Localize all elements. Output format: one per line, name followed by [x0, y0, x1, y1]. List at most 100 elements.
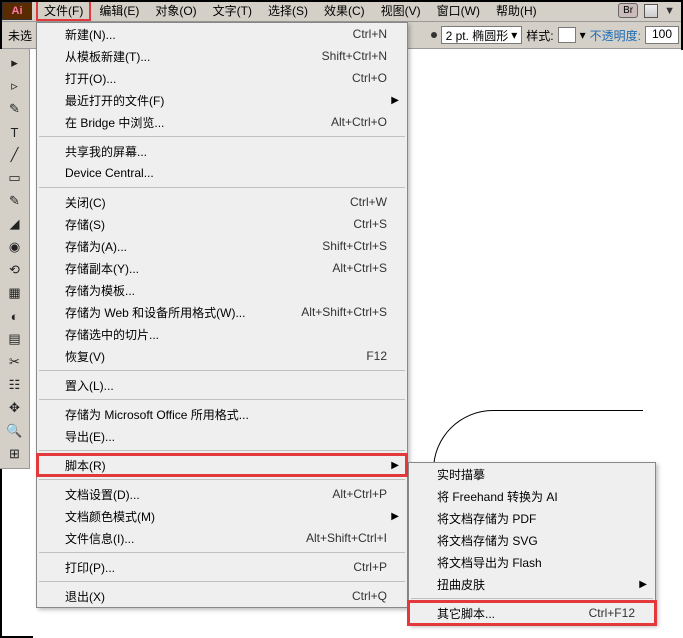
file-menu-item[interactable]: 存储副本(Y)...Alt+Ctrl+S	[37, 257, 407, 279]
scripts-menu-item[interactable]: 将文档存储为 SVG	[409, 529, 655, 551]
tool-11[interactable]: ◐	[2, 305, 28, 327]
scripts-menu-item[interactable]: 实时描摹	[409, 463, 655, 485]
menu-item-label: 存储选中的切片...	[65, 326, 387, 343]
scripts-menu-item[interactable]: 其它脚本...Ctrl+F12	[409, 602, 655, 624]
opacity-label[interactable]: 不透明度:	[590, 27, 641, 44]
submenu-arrow-icon: ▶	[639, 579, 647, 590]
tool-16[interactable]: 🔍	[2, 420, 28, 442]
file-menu-item[interactable]: 新建(N)...Ctrl+N	[37, 23, 407, 45]
file-menu-item[interactable]: 存储选中的切片...	[37, 323, 407, 345]
menu-item-label: 存储为模板...	[65, 282, 387, 299]
file-menu-item[interactable]: 文档设置(D)...Alt+Ctrl+P	[37, 483, 407, 505]
menu-object[interactable]: 对象(O)	[147, 0, 204, 21]
file-menu-item[interactable]: 打印(P)...Ctrl+P	[37, 556, 407, 578]
dropdown-arrow-icon[interactable]: ▼	[664, 5, 675, 17]
file-menu-item[interactable]: 文件信息(I)...Alt+Shift+Ctrl+I	[37, 527, 407, 549]
file-menu-item[interactable]: 文档颜色模式(M)▶	[37, 505, 407, 527]
scripts-menu-item[interactable]: 将文档导出为 Flash	[409, 551, 655, 573]
menu-item-shortcut: Shift+Ctrl+S	[322, 239, 387, 253]
menu-item-label: 打印(P)...	[65, 559, 353, 576]
menu-item-label: 新建(N)...	[65, 26, 353, 43]
file-menu-item[interactable]: 存储为 Web 和设备所用格式(W)...Alt+Shift+Ctrl+S	[37, 301, 407, 323]
tool-2[interactable]: ✎	[2, 98, 28, 120]
app-logo: Ai	[2, 2, 32, 20]
tool-6[interactable]: ✎	[2, 190, 28, 212]
scripts-menu-item[interactable]: 将 Freehand 转换为 AI	[409, 485, 655, 507]
menu-separator	[39, 552, 405, 553]
file-menu-item[interactable]: 共享我的屏幕...	[37, 140, 407, 162]
menu-separator	[39, 136, 405, 137]
menu-item-shortcut: Alt+Shift+Ctrl+I	[306, 531, 387, 545]
file-menu-item[interactable]: 从模板新建(T)...Shift+Ctrl+N	[37, 45, 407, 67]
submenu-arrow-icon: ▶	[391, 95, 399, 106]
file-menu-item[interactable]: 存储为模板...	[37, 279, 407, 301]
menu-item-label: 文档设置(D)...	[65, 486, 332, 503]
stroke-dot-icon	[431, 32, 437, 38]
tool-7[interactable]: ◢	[2, 213, 28, 235]
tool-1[interactable]: ▹	[2, 75, 28, 97]
menu-item-shortcut: Alt+Shift+Ctrl+S	[301, 305, 387, 319]
file-menu-item[interactable]: 关闭(C)Ctrl+W	[37, 191, 407, 213]
menu-help[interactable]: 帮助(H)	[488, 0, 545, 21]
tool-9[interactable]: ⟲	[2, 259, 28, 281]
chevron-down-icon[interactable]: ▾	[580, 28, 586, 42]
scripts-menu-item[interactable]: 将文档存储为 PDF	[409, 507, 655, 529]
menu-view[interactable]: 视图(V)	[373, 0, 429, 21]
tool-15[interactable]: ✥	[2, 397, 28, 419]
tool-8[interactable]: ◉	[2, 236, 28, 258]
tool-12[interactable]: ▤	[2, 328, 28, 350]
tools-panel: ▸▹✎T╱▭✎◢◉⟲▦◐▤✂☷✥🔍⊞	[0, 49, 30, 469]
menu-item-label: 实时描摹	[437, 466, 635, 483]
menu-item-label: 将文档导出为 Flash	[437, 554, 635, 571]
file-menu-item[interactable]: 退出(X)Ctrl+Q	[37, 585, 407, 607]
menu-item-label: 共享我的屏幕...	[65, 143, 387, 160]
tool-14[interactable]: ☷	[2, 374, 28, 396]
menubar: Ai 文件(F) 编辑(E) 对象(O) 文字(T) 选择(S) 效果(C) 视…	[0, 0, 683, 22]
file-menu-item[interactable]: 打开(O)...Ctrl+O	[37, 67, 407, 89]
menu-item-label: 将 Freehand 转换为 AI	[437, 488, 635, 505]
file-menu-item[interactable]: Device Central...	[37, 162, 407, 184]
menu-item-shortcut: Alt+Ctrl+O	[331, 115, 387, 129]
menu-item-label: 脚本(R)	[65, 457, 387, 474]
tool-17[interactable]: ⊞	[2, 443, 28, 465]
tool-10[interactable]: ▦	[2, 282, 28, 304]
file-menu-item[interactable]: 恢复(V)F12	[37, 345, 407, 367]
style-swatch[interactable]	[558, 27, 576, 43]
menu-type[interactable]: 文字(T)	[205, 0, 260, 21]
tool-3[interactable]: T	[2, 121, 28, 143]
menu-separator	[39, 479, 405, 480]
menu-item-label: 退出(X)	[65, 588, 352, 605]
opacity-input[interactable]: 100	[645, 26, 679, 44]
menu-separator	[39, 399, 405, 400]
bridge-badge[interactable]: Br	[618, 3, 638, 18]
menu-effect[interactable]: 效果(C)	[316, 0, 373, 21]
menu-item-label: 从模板新建(T)...	[65, 48, 322, 65]
file-menu-item[interactable]: 存储为(A)...Shift+Ctrl+S	[37, 235, 407, 257]
stroke-value: 2 pt. 椭圆形	[446, 27, 509, 44]
tool-5[interactable]: ▭	[2, 167, 28, 189]
menu-item-label: 存储(S)	[65, 216, 353, 233]
tool-4[interactable]: ╱	[2, 144, 28, 166]
file-menu-dropdown: 新建(N)...Ctrl+N从模板新建(T)...Shift+Ctrl+N打开(…	[36, 22, 408, 608]
file-menu-item[interactable]: 置入(L)...	[37, 374, 407, 396]
menu-window[interactable]: 窗口(W)	[429, 0, 488, 21]
file-menu-item[interactable]: 存储为 Microsoft Office 所用格式...	[37, 403, 407, 425]
file-menu-item[interactable]: 最近打开的文件(F)▶	[37, 89, 407, 111]
file-menu-item[interactable]: 在 Bridge 中浏览...Alt+Ctrl+O	[37, 111, 407, 133]
menu-file[interactable]: 文件(F)	[36, 0, 91, 21]
tool-13[interactable]: ✂	[2, 351, 28, 373]
menu-item-label: 存储为 Microsoft Office 所用格式...	[65, 406, 387, 423]
menu-select[interactable]: 选择(S)	[260, 0, 316, 21]
file-menu-item[interactable]: 存储(S)Ctrl+S	[37, 213, 407, 235]
file-menu-item[interactable]: 导出(E)...	[37, 425, 407, 447]
menu-edit[interactable]: 编辑(E)	[91, 0, 147, 21]
menu-item-label: 其它脚本...	[437, 605, 589, 622]
file-menu-item[interactable]: 脚本(R)▶	[37, 454, 407, 476]
arrange-icon[interactable]	[644, 4, 658, 18]
scripts-menu-item[interactable]: 扭曲皮肤 ▶	[409, 573, 655, 595]
menu-item-label: 文件信息(I)...	[65, 530, 306, 547]
stroke-select[interactable]: 2 pt. 椭圆形▾	[441, 26, 523, 44]
tool-0[interactable]: ▸	[2, 52, 28, 74]
menu-item-label: 恢复(V)	[65, 348, 366, 365]
menu-item-label: 扭曲皮肤	[437, 576, 635, 593]
